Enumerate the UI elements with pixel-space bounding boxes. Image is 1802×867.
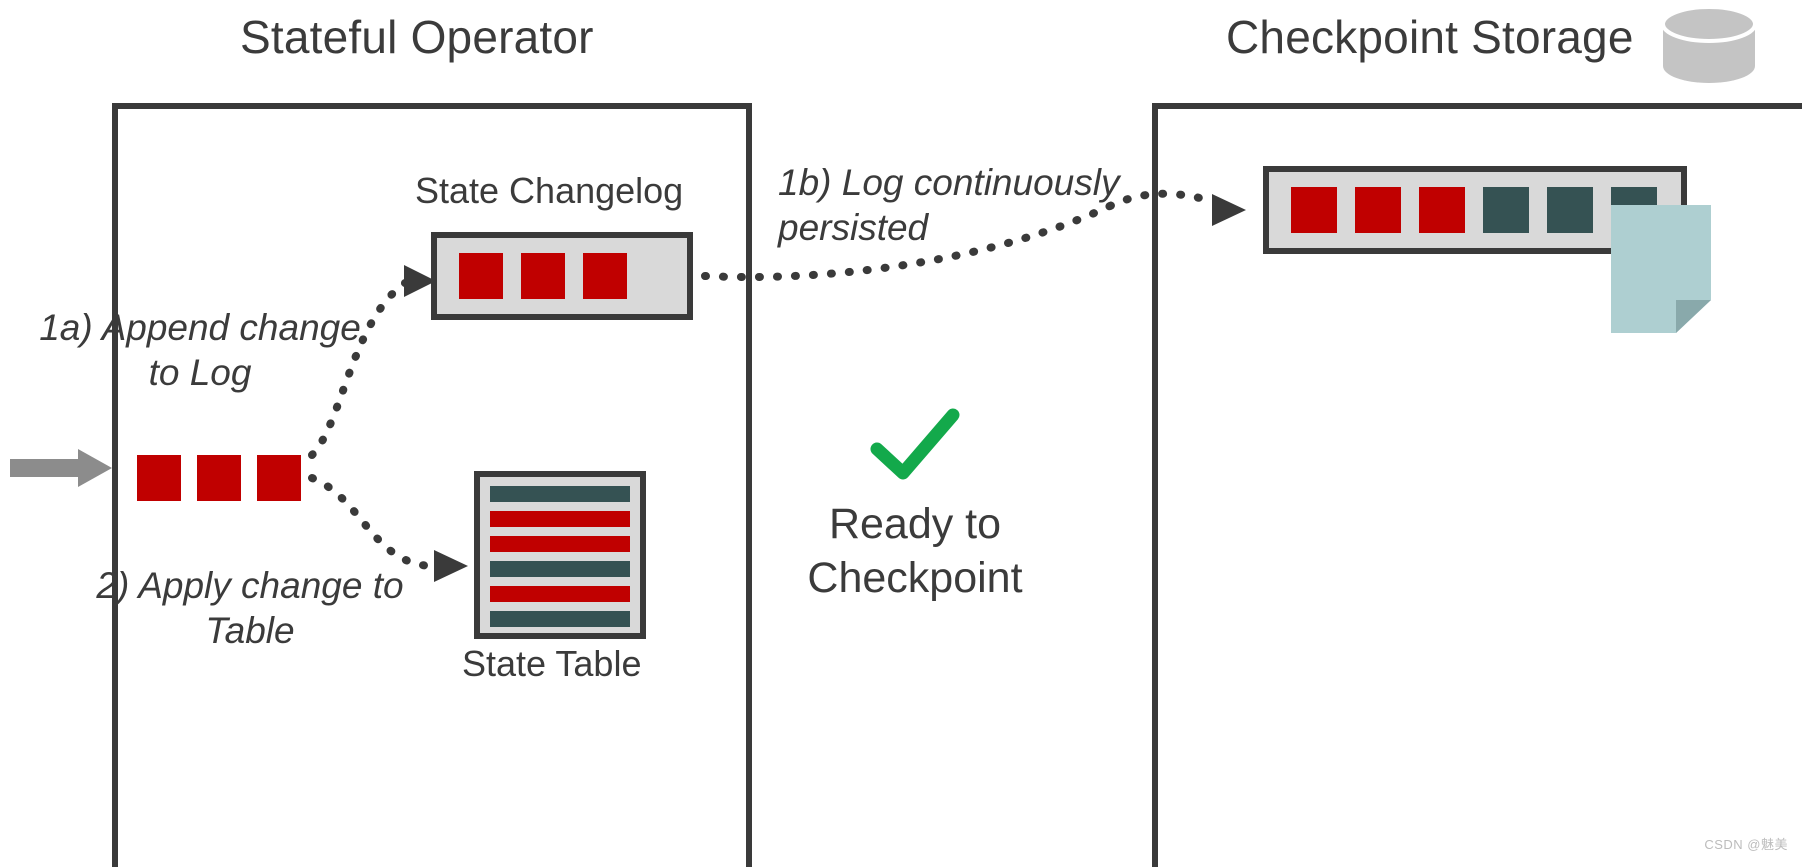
annotation-step-1a: 1a) Append change to Log <box>39 307 361 394</box>
storage-cell <box>1483 187 1529 233</box>
state-table-row <box>490 511 630 527</box>
incoming-cell <box>257 455 301 501</box>
watermark: CSDN @魅美 <box>1704 837 1788 852</box>
state-table-row <box>490 611 630 627</box>
state-table-row <box>490 586 630 602</box>
state-table-box <box>474 471 646 639</box>
state-table-label: State Table <box>462 643 642 684</box>
right-panel-title: Checkpoint Storage <box>1226 11 1634 63</box>
checkpoint-storage-strip <box>1263 166 1687 254</box>
storage-cell <box>1291 187 1337 233</box>
state-changelog-strip <box>431 232 693 320</box>
annotation-step-1b: 1b) Log continuously persisted <box>778 162 1120 249</box>
storage-cell <box>1419 187 1465 233</box>
storage-cell <box>1355 187 1401 233</box>
state-table-row <box>490 486 630 502</box>
ready-to-checkpoint-status: Ready to Checkpoint <box>790 405 1040 606</box>
state-table-row <box>490 561 630 577</box>
state-changelog-label: State Changelog <box>415 170 684 211</box>
diagram-canvas: Stateful Operator Checkpoint Storage Sta… <box>0 0 1802 867</box>
changelog-cell <box>583 253 627 299</box>
incoming-cell <box>197 455 241 501</box>
left-panel-title: Stateful Operator <box>240 11 594 63</box>
changelog-cell <box>521 253 565 299</box>
incoming-cell <box>137 455 181 501</box>
storage-cell <box>1611 187 1657 233</box>
state-table-row <box>490 536 630 552</box>
input-arrow-icon <box>10 449 112 487</box>
storage-cell <box>1547 187 1593 233</box>
annotation-step-2: 2) Apply change to Table <box>96 565 404 652</box>
changelog-cell <box>459 253 503 299</box>
database-cylinder-icon <box>1661 5 1757 83</box>
incoming-records <box>137 455 301 501</box>
green-check-icon <box>870 408 960 480</box>
ready-to-checkpoint-label: Ready to Checkpoint <box>807 500 1023 602</box>
